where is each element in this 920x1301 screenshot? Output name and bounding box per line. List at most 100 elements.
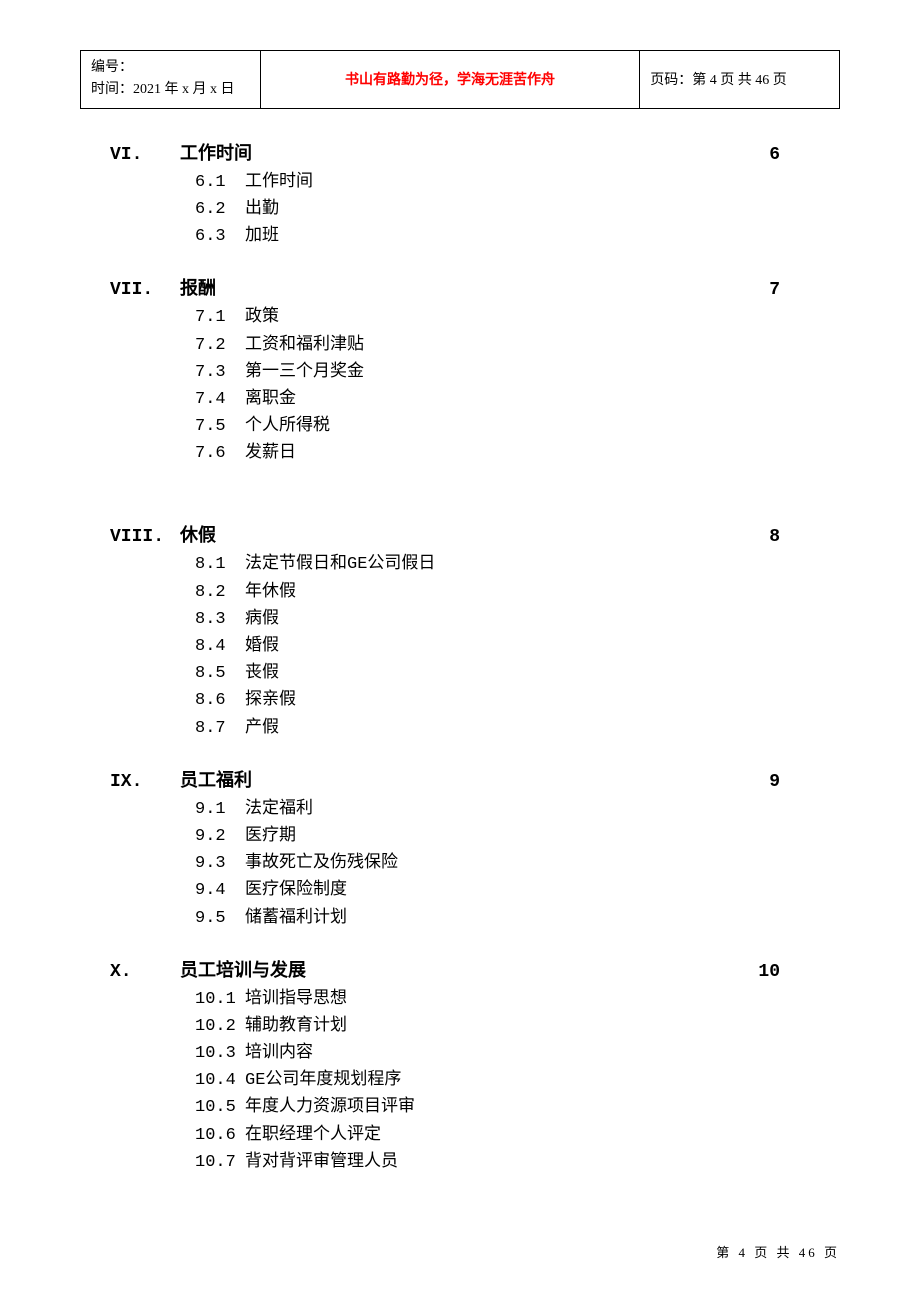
subitem: 10.1培训指导思想 bbox=[195, 986, 840, 1013]
subitem: 8.4婚假 bbox=[195, 633, 840, 660]
section-number: VIII. bbox=[110, 527, 180, 547]
subitem-number: 9.4 bbox=[195, 877, 245, 904]
subitem-text: 事故死亡及伤残保险 bbox=[245, 854, 398, 873]
subitem-number: 8.4 bbox=[195, 633, 245, 660]
header-motto: 书山有路勤为径，学海无涯苦作舟 bbox=[260, 51, 639, 109]
subitem: 7.5个人所得税 bbox=[195, 413, 840, 440]
subitem-text: 丧假 bbox=[245, 664, 279, 683]
subitem-number: 10.5 bbox=[195, 1094, 245, 1121]
section-page-number: 7 bbox=[769, 280, 780, 300]
subitem-number: 8.6 bbox=[195, 687, 245, 714]
toc-section: VIII.休假88.1法定节假日和GE公司假日8.2年休假8.3病假8.4婚假8… bbox=[110, 521, 840, 741]
subitem: 9.3事故死亡及伤残保险 bbox=[195, 850, 840, 877]
subitem-number: 10.3 bbox=[195, 1040, 245, 1067]
subitem-number: 9.2 bbox=[195, 823, 245, 850]
subitem-text: 储蓄福利计划 bbox=[245, 909, 347, 928]
subitem-text: 工资和福利津贴 bbox=[245, 336, 364, 355]
section-title-row: IX.员工福利9 bbox=[110, 766, 840, 792]
subitem-text: 第一三个月奖金 bbox=[245, 363, 364, 382]
subitem-number: 6.2 bbox=[195, 196, 245, 223]
toc-section: IX.员工福利99.1法定福利9.2医疗期9.3事故死亡及伤残保险9.4医疗保险… bbox=[110, 766, 840, 932]
section-page-number: 10 bbox=[758, 962, 780, 982]
subitem-text: 产假 bbox=[245, 719, 279, 738]
subitem: 7.4离职金 bbox=[195, 386, 840, 413]
section-number: X. bbox=[110, 962, 180, 982]
subitem-text: 辅助教育计划 bbox=[245, 1017, 347, 1036]
subitem-text: 在职经理个人评定 bbox=[245, 1126, 381, 1145]
subitem-number: 10.1 bbox=[195, 986, 245, 1013]
subitem: 10.2辅助教育计划 bbox=[195, 1013, 840, 1040]
subitem: 8.5丧假 bbox=[195, 660, 840, 687]
subitem: 7.6发薪日 bbox=[195, 440, 840, 467]
toc-section: VII.报酬77.1政策7.2工资和福利津贴7.3第一三个月奖金7.4离职金7.… bbox=[110, 274, 840, 467]
spacer bbox=[110, 491, 840, 521]
subitem: 10.6在职经理个人评定 bbox=[195, 1122, 840, 1149]
subitem: 10.5年度人力资源项目评审 bbox=[195, 1094, 840, 1121]
subitem-text: 出勤 bbox=[245, 200, 279, 219]
subitem: 7.2工资和福利津贴 bbox=[195, 332, 840, 359]
section-number: VI. bbox=[110, 145, 180, 165]
header-page-label: 页码：第 4 页 共 46 页 bbox=[640, 51, 840, 109]
footer-page-number: 第 4 页 共 46 页 bbox=[716, 1242, 840, 1261]
subitem-number: 7.4 bbox=[195, 386, 245, 413]
subitem: 8.7产假 bbox=[195, 715, 840, 742]
subitems-list: 7.1政策7.2工资和福利津贴7.3第一三个月奖金7.4离职金7.5个人所得税7… bbox=[110, 304, 840, 467]
subitem: 10.7背对背评审管理人员 bbox=[195, 1149, 840, 1176]
subitem: 6.3加班 bbox=[195, 223, 840, 250]
subitem-number: 9.1 bbox=[195, 796, 245, 823]
subitem: 9.2医疗期 bbox=[195, 823, 840, 850]
subitem-text: 年度人力资源项目评审 bbox=[245, 1098, 415, 1117]
subitem-text: 探亲假 bbox=[245, 691, 296, 710]
subitem-text: 政策 bbox=[245, 308, 279, 327]
subitem: 9.1法定福利 bbox=[195, 796, 840, 823]
subitems-list: 8.1法定节假日和GE公司假日8.2年休假8.3病假8.4婚假8.5丧假8.6探… bbox=[110, 551, 840, 741]
subitem-number: 10.6 bbox=[195, 1122, 245, 1149]
subitem-text: 医疗保险制度 bbox=[245, 881, 347, 900]
section-title-row: X.员工培训与发展 10 bbox=[110, 956, 840, 982]
subitem-text: 个人所得税 bbox=[245, 417, 330, 436]
subitem-number: 7.1 bbox=[195, 304, 245, 331]
section-title: 报酬 bbox=[180, 278, 216, 298]
subitem-number: 10.2 bbox=[195, 1013, 245, 1040]
subitems-list: 9.1法定福利9.2医疗期9.3事故死亡及伤残保险9.4医疗保险制度9.5储蓄福… bbox=[110, 796, 840, 932]
subitem: 9.4医疗保险制度 bbox=[195, 877, 840, 904]
section-title-row: VIII.休假8 bbox=[110, 521, 840, 547]
subitem: 7.3第一三个月奖金 bbox=[195, 359, 840, 386]
section-number: IX. bbox=[110, 772, 180, 792]
subitem: 6.2出勤 bbox=[195, 196, 840, 223]
subitem: 7.1政策 bbox=[195, 304, 840, 331]
section-title: 员工培训与发展 bbox=[180, 960, 306, 980]
subitem-number: 9.3 bbox=[195, 850, 245, 877]
subitem-text: 法定福利 bbox=[245, 800, 313, 819]
subitem-number: 10.4 bbox=[195, 1067, 245, 1094]
subitem: 8.1法定节假日和GE公司假日 bbox=[195, 551, 840, 578]
subitems-list: 10.1培训指导思想10.2辅助教育计划10.3培训内容10.4GE公司年度规划… bbox=[110, 986, 840, 1176]
time-label: 时间：2021 年 x 月 x 日 bbox=[91, 79, 250, 101]
section-page-number: 8 bbox=[769, 527, 780, 547]
toc-content: VI.工作时间66.1工作时间6.2出勤6.3加班VII.报酬77.1政策7.2… bbox=[80, 139, 840, 1176]
subitem: 8.6探亲假 bbox=[195, 687, 840, 714]
subitem: 8.2年休假 bbox=[195, 579, 840, 606]
header-table: 编号： 时间：2021 年 x 月 x 日 书山有路勤为径，学海无涯苦作舟 页码… bbox=[80, 50, 840, 109]
subitem-number: 7.6 bbox=[195, 440, 245, 467]
subitem-number: 8.5 bbox=[195, 660, 245, 687]
subitem-text: 发薪日 bbox=[245, 444, 296, 463]
subitem-text: GE公司年度规划程序 bbox=[245, 1071, 401, 1090]
subitem-text: 培训内容 bbox=[245, 1044, 313, 1063]
subitem-text: 背对背评审管理人员 bbox=[245, 1153, 398, 1172]
subitem-text: 年休假 bbox=[245, 583, 296, 602]
section-title: 员工福利 bbox=[180, 770, 252, 790]
toc-section: VI.工作时间66.1工作时间6.2出勤6.3加班 bbox=[110, 139, 840, 251]
subitem: 9.5储蓄福利计划 bbox=[195, 905, 840, 932]
subitem-number: 7.2 bbox=[195, 332, 245, 359]
subitem-text: 离职金 bbox=[245, 390, 296, 409]
subitem-text: 加班 bbox=[245, 227, 279, 246]
subitem-number: 7.3 bbox=[195, 359, 245, 386]
subitem-text: 病假 bbox=[245, 610, 279, 629]
subitem-text: 医疗期 bbox=[245, 827, 296, 846]
subitem-text: 工作时间 bbox=[245, 173, 313, 192]
section-title-row: VII.报酬7 bbox=[110, 274, 840, 300]
subitem: 6.1工作时间 bbox=[195, 169, 840, 196]
subitem: 8.3病假 bbox=[195, 606, 840, 633]
subitem-text: 培训指导思想 bbox=[245, 990, 347, 1009]
